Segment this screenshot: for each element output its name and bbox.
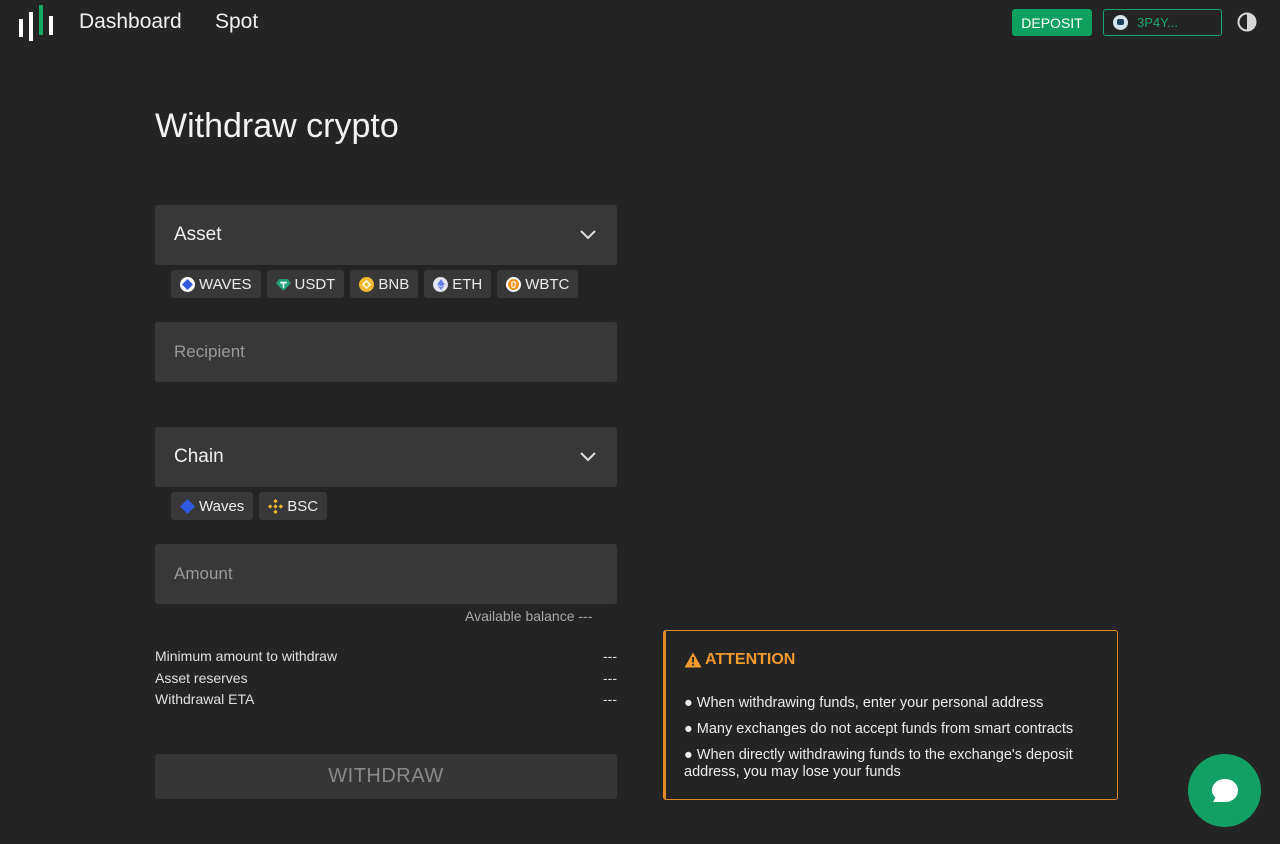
info-label: Asset reserves xyxy=(155,670,248,686)
chain-chip-list: Waves BSC xyxy=(171,492,328,520)
withdraw-button[interactable]: WITHDRAW xyxy=(155,754,617,799)
nav-spot[interactable]: Spot xyxy=(215,10,258,34)
info-row-reserves: Asset reserves --- xyxy=(155,670,617,686)
attention-header: ATTENTION xyxy=(684,651,1117,669)
available-balance: Available balance --- xyxy=(465,608,593,624)
asset-select-label: Asset xyxy=(174,224,222,245)
asset-chip-label: USDT xyxy=(294,275,336,293)
attention-item: ● Many exchanges do not accept funds fro… xyxy=(684,721,1074,737)
warning-icon xyxy=(684,652,702,668)
recipient-input[interactable] xyxy=(174,342,594,362)
logo-icon[interactable] xyxy=(18,5,58,41)
info-value: --- xyxy=(603,670,617,686)
attention-title: ATTENTION xyxy=(705,651,796,668)
info-row-minimum: Minimum amount to withdraw --- xyxy=(155,648,617,664)
chevron-down-icon xyxy=(580,452,596,462)
asset-chip-label: BNB xyxy=(378,275,410,293)
attention-item: ● When withdrawing funds, enter your per… xyxy=(684,695,1044,711)
chain-chip-bsc[interactable]: BSC xyxy=(259,492,328,520)
bsc-icon xyxy=(268,498,284,514)
asset-chip-usdt[interactable]: USDT xyxy=(266,270,345,298)
chain-select[interactable]: Chain xyxy=(155,427,617,487)
chain-chip-waves[interactable]: Waves xyxy=(171,492,254,520)
asset-chip-label: ETH xyxy=(452,275,483,293)
bnb-icon xyxy=(359,276,375,292)
chevron-down-icon xyxy=(580,230,596,240)
asset-chip-waves[interactable]: WAVES xyxy=(171,270,261,298)
asset-chip-label: WBTC xyxy=(525,275,570,293)
chain-select-label: Chain xyxy=(174,446,224,467)
asset-chip-eth[interactable]: ETH xyxy=(424,270,492,298)
nav-dashboard[interactable]: Dashboard xyxy=(79,10,182,34)
info-value: --- xyxy=(603,691,617,707)
amount-field[interactable] xyxy=(155,544,617,604)
wallet-address: 3P4Y... xyxy=(1137,15,1178,30)
asset-chip-wbtc[interactable]: WBTC xyxy=(497,270,579,298)
chain-chip-label: BSC xyxy=(287,497,319,515)
page-title: Withdraw crypto xyxy=(155,107,399,145)
theme-toggle-icon[interactable] xyxy=(1237,12,1257,32)
usdt-icon xyxy=(275,277,291,292)
asset-select[interactable]: Asset xyxy=(155,205,617,265)
wallet-button[interactable]: 3P4Y... xyxy=(1103,9,1222,36)
info-label: Minimum amount to withdraw xyxy=(155,648,338,664)
waves-icon xyxy=(180,498,195,514)
attention-panel: ATTENTION ● When withdrawing funds, ente… xyxy=(663,630,1118,800)
top-bar: Dashboard Spot DEPOSIT 3P4Y... xyxy=(0,0,1280,46)
wbtc-icon xyxy=(506,276,522,292)
chain-chip-label: Waves xyxy=(199,497,245,515)
deposit-button[interactable]: DEPOSIT xyxy=(1012,9,1092,36)
info-value: --- xyxy=(603,648,617,664)
attention-item: ● When directly withdrawing funds to the… xyxy=(684,747,1073,780)
wallet-avatar-icon xyxy=(1113,15,1128,30)
chat-icon xyxy=(1211,778,1238,802)
info-row-eta: Withdrawal ETA --- xyxy=(155,691,617,707)
eth-icon xyxy=(433,276,449,292)
info-label: Withdrawal ETA xyxy=(155,691,255,707)
asset-chip-bnb[interactable]: BNB xyxy=(350,270,419,298)
recipient-field[interactable] xyxy=(155,322,617,382)
chat-button[interactable] xyxy=(1188,754,1261,827)
amount-input[interactable] xyxy=(174,564,594,584)
waves-icon xyxy=(180,276,195,292)
asset-chip-label: WAVES xyxy=(199,275,252,293)
asset-chip-list: WAVES USDT BNB ETH WBTC xyxy=(171,270,579,298)
